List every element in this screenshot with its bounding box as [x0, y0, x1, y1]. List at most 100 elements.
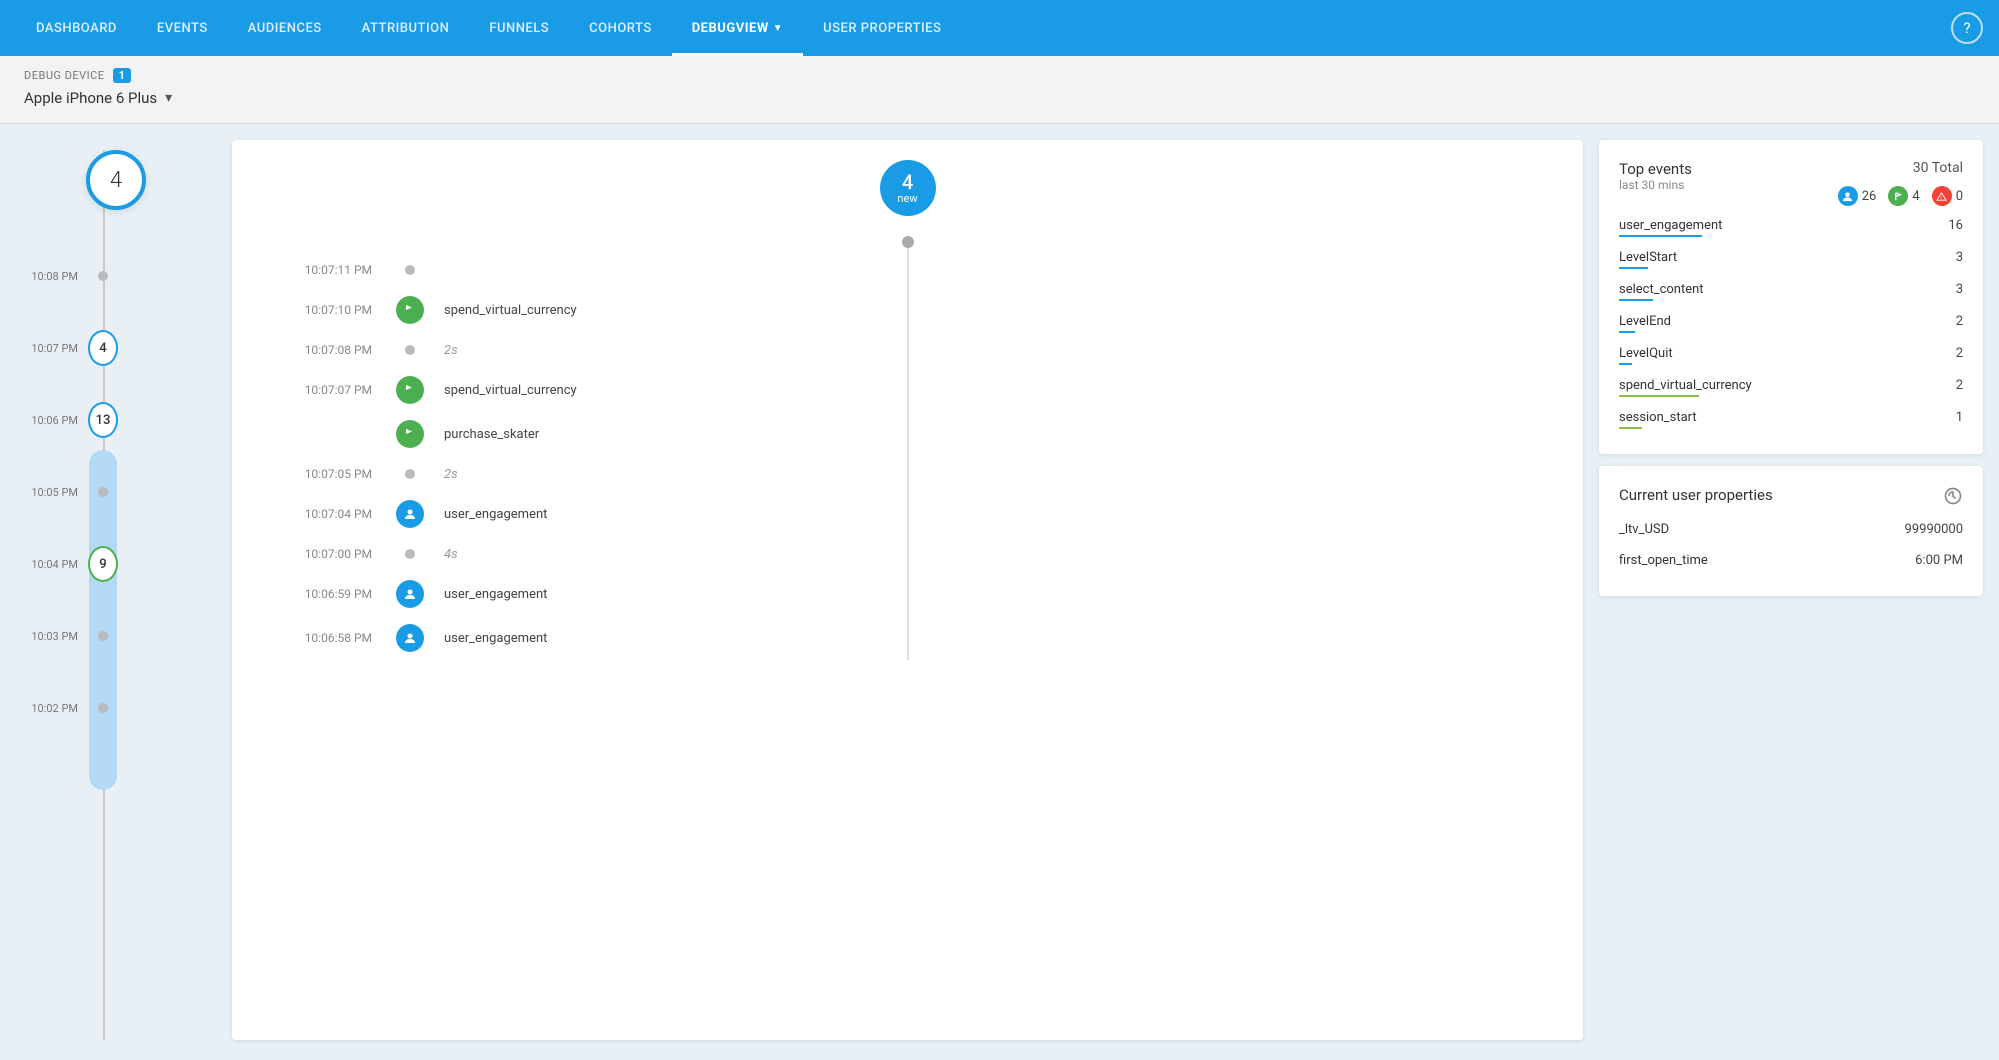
user-properties-card: Current user properties _ltv_USD 9999000… — [1599, 466, 1983, 596]
timeline-row[interactable]: 10:04 PM 9 — [16, 528, 216, 600]
list-item[interactable]: user_engagement 16 — [1619, 210, 1963, 242]
event-name: purchase_skater — [428, 427, 1543, 442]
nav-item-debugview[interactable]: DEBUGVIEW ▼ — [672, 0, 803, 56]
event-list-name: spend_virtual_currency — [1619, 378, 1752, 393]
user-properties-list: _ltv_USD 99990000 first_open_time 6:00 P… — [1619, 514, 1963, 576]
help-button[interactable]: ? — [1951, 12, 1983, 44]
prop-name: first_open_time — [1619, 553, 1708, 568]
event-row[interactable]: 10:07:10 PM spend_virtual_currency — [232, 288, 1583, 332]
timeline-dot-area: 9 — [88, 546, 118, 582]
panel-right: 30 Total 26 4 — [1838, 160, 1963, 206]
green-flag-icon — [396, 296, 424, 324]
history-icon[interactable] — [1943, 486, 1963, 510]
timeline-bubble-13[interactable]: 13 — [88, 402, 118, 438]
list-item[interactable]: spend_virtual_currency 2 — [1619, 370, 1963, 402]
event-row[interactable]: purchase_skater — [232, 412, 1583, 456]
event-name: user_engagement — [428, 631, 1543, 646]
event-icon-area — [392, 624, 428, 652]
red-warning-icon: ! — [1932, 186, 1952, 206]
event-dot — [405, 345, 415, 355]
timeline-row: 10:03 PM — [16, 600, 216, 672]
list-item[interactable]: session_start 1 — [1619, 402, 1963, 434]
timeline-bubble-4[interactable]: 4 — [88, 330, 118, 366]
top-events-card: Top events last 30 mins 30 Total 26 — [1599, 140, 1983, 454]
prop-value: 6:00 PM — [1915, 553, 1963, 568]
red-count: ! 0 — [1932, 186, 1963, 206]
blue-count: 26 — [1838, 186, 1877, 206]
event-list-name: LevelQuit — [1619, 346, 1673, 361]
nav-item-user-properties[interactable]: USER PROPERTIES — [803, 0, 961, 56]
event-icon-area — [392, 469, 428, 479]
timeline-dot-area: 4 — [88, 330, 118, 366]
event-list-count: 2 — [1956, 378, 1963, 393]
timeline-center-bubble: 4 — [86, 150, 146, 210]
event-dot — [405, 265, 415, 275]
event-dot — [405, 469, 415, 479]
event-name-italic: 2s — [428, 343, 1543, 358]
blue-engagement-icon — [396, 624, 424, 652]
nav-item-dashboard[interactable]: DASHBOARD — [16, 0, 137, 56]
timeline-dot — [98, 271, 108, 281]
nav-item-attribution[interactable]: ATTRIBUTION — [342, 0, 470, 56]
timeline-dot-area — [88, 271, 118, 281]
timeline-bubble-9[interactable]: 9 — [88, 546, 118, 582]
chevron-down-icon: ▾ — [165, 90, 172, 106]
event-row[interactable]: 10:07:04 PM user_engagement — [232, 492, 1583, 536]
nav-item-cohorts[interactable]: COHORTS — [569, 0, 672, 56]
timeline-dot — [98, 487, 108, 497]
event-row[interactable]: 10:06:59 PM user_engagement — [232, 572, 1583, 616]
blue-user-icon — [1838, 186, 1858, 206]
device-selector[interactable]: Apple iPhone 6 Plus ▾ — [24, 89, 1975, 107]
nav-item-funnels[interactable]: FUNNELS — [469, 0, 569, 56]
event-time: 10:07:08 PM — [272, 343, 392, 357]
list-item[interactable]: LevelEnd 2 — [1619, 306, 1963, 338]
event-icon-area — [392, 500, 428, 528]
blue-engagement-icon — [396, 500, 424, 528]
timeline-row[interactable]: 10:06 PM 13 — [16, 384, 216, 456]
event-list-count: 1 — [1956, 410, 1963, 425]
timeline-dot-area: 13 — [88, 402, 118, 438]
event-name-italic: 4s — [428, 547, 1543, 562]
chevron-down-icon: ▼ — [773, 23, 783, 34]
panel-title: Top events last 30 mins — [1619, 160, 1692, 204]
list-item[interactable]: select_content 3 — [1619, 274, 1963, 306]
timeline-time: 10:08 PM — [16, 270, 88, 283]
timeline-row[interactable]: 10:07 PM 4 — [16, 312, 216, 384]
event-list-count: 2 — [1956, 346, 1963, 361]
event-time: 10:07:04 PM — [272, 507, 392, 521]
event-list: user_engagement 16 LevelStart 3 select_c… — [1619, 210, 1963, 434]
event-list-count: 3 — [1956, 282, 1963, 297]
event-list-name: user_engagement — [1619, 218, 1722, 233]
event-icon-area — [392, 420, 428, 448]
timeline-time: 10:05 PM — [16, 486, 88, 499]
blue-engagement-icon — [396, 580, 424, 608]
list-item[interactable]: LevelStart 3 — [1619, 242, 1963, 274]
green-flag-icon — [396, 376, 424, 404]
event-row[interactable]: 10:07:07 PM spend_virtual_currency — [232, 368, 1583, 412]
prop-value: 99990000 — [1905, 522, 1963, 537]
event-name: user_engagement — [428, 587, 1543, 602]
event-list-name: LevelEnd — [1619, 314, 1671, 329]
list-item[interactable]: LevelQuit 2 — [1619, 338, 1963, 370]
timeline-time: 10:06 PM — [16, 414, 88, 427]
event-list-name: select_content — [1619, 282, 1704, 297]
prop-name: _ltv_USD — [1619, 522, 1669, 537]
timeline-dot-area — [88, 631, 118, 641]
event-row: 10:07:05 PM 2s — [232, 456, 1583, 492]
event-icon-area — [392, 549, 428, 559]
subheader: DEBUG DEVICE 1 Apple iPhone 6 Plus ▾ — [0, 56, 1999, 124]
panel-title: Current user properties — [1619, 486, 1773, 504]
event-list-count: 16 — [1948, 218, 1963, 233]
event-name: user_engagement — [428, 507, 1543, 522]
event-icon-area — [392, 296, 428, 324]
nav-item-audiences[interactable]: AUDIENCES — [228, 0, 342, 56]
panel-header: Current user properties — [1619, 486, 1963, 510]
nav-item-events[interactable]: EVENTS — [137, 0, 228, 56]
timeline-time: 10:03 PM — [16, 630, 88, 643]
event-row: 10:07:11 PM — [232, 252, 1583, 288]
event-time: 10:06:58 PM — [272, 631, 392, 645]
event-row[interactable]: 10:06:58 PM user_engagement — [232, 616, 1583, 660]
prop-row: first_open_time 6:00 PM — [1619, 545, 1963, 576]
event-name-italic: 2s — [428, 467, 1543, 482]
event-list-name: LevelStart — [1619, 250, 1677, 265]
